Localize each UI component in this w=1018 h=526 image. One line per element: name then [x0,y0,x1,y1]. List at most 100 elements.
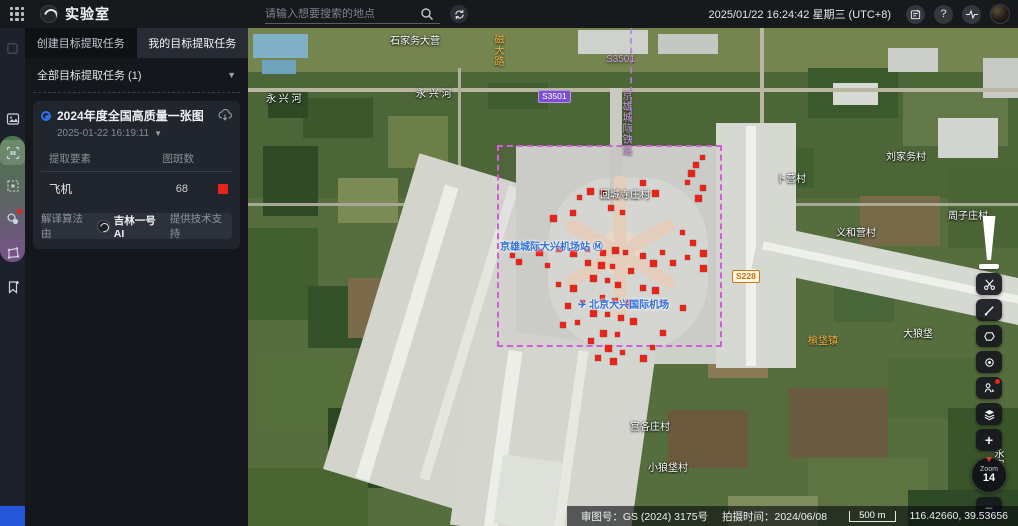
detection-box [577,195,582,200]
map-terrain-patch [746,126,756,366]
activity-icon[interactable] [962,5,981,24]
scale-bar: 500 m [849,511,895,522]
detection-box [625,300,632,307]
railway-line [630,28,632,142]
map-terrain-patch [338,178,398,223]
cluster-analysis-icon[interactable] [0,206,25,231]
detection-box [690,240,696,246]
zoom-level: 14 [983,473,995,484]
notes-icon[interactable] [906,5,925,24]
bookmark-add-icon[interactable] [0,274,25,299]
map-toolbar: + Zoom 14 − [976,216,1002,519]
app-window: 实验室 2025/01/22 16:24:42 星期三 (UTC+8) ? [0,0,1018,526]
divider [33,92,240,93]
draw-tool-button[interactable] [976,299,1002,321]
task-title: 2024年度全国高质量一张图 [57,109,204,124]
detection-box [590,275,597,282]
map-terrain-patch [303,98,373,138]
detection-box [516,259,522,265]
search-icon[interactable] [420,7,434,21]
chevron-down-icon: ▼ [227,70,236,80]
user-avatar[interactable] [990,4,1010,24]
detection-box [600,295,605,300]
cursor-coordinates: 116.42660, 39.53656 [910,510,1008,522]
satellite-map[interactable]: 石家务大营永 兴 河永 兴 河磁大路S3501京雄城际铁路回城寺庄村卜营村刘家务… [248,28,1018,526]
map-terrain-patch [493,454,562,526]
detection-box [560,322,566,328]
locate-button[interactable] [976,351,1002,373]
map-terrain-patch [888,48,938,72]
detection-box [580,300,585,305]
map-terrain-patch [248,88,1018,92]
app-title: 实验室 [65,4,110,24]
search-input[interactable] [265,8,420,20]
clip-tool-button[interactable] [976,273,1002,295]
task-radio[interactable] [41,111,51,121]
capture-time: 拍摄时间：2024/06/08 [722,509,827,524]
area-select-icon[interactable] [0,173,25,198]
detection-box [510,253,515,258]
imagery-icon[interactable] [0,106,25,131]
apps-grid-icon[interactable] [10,7,24,21]
feature-color-swatch [218,184,228,194]
map-terrain-patch [658,34,718,54]
swipe-slider-handle[interactable] [979,216,999,260]
detection-box [570,210,576,216]
app-logo[interactable]: 实验室 [40,4,110,24]
algo-suffix: 提供技术支持 [170,211,232,241]
detection-box [600,330,607,337]
detection-box [565,303,571,309]
map-terrain-patch [253,34,308,58]
detection-box [585,260,591,266]
detection-box [618,315,624,321]
polygon-tool-icon[interactable] [0,240,25,265]
detection-box [680,305,686,311]
detection-box [660,250,665,255]
map-terrain-patch [578,30,648,54]
detection-box [685,180,690,185]
task-timestamp: 2025-01-22 16:19:11 [57,128,149,139]
sync-icon[interactable] [450,5,468,23]
chevron-down-icon[interactable]: ▼ [154,129,162,138]
swipe-slider-bar[interactable] [979,264,999,269]
detection-box [620,210,625,215]
location-search[interactable] [265,4,440,24]
detection-box [693,162,699,168]
detection-box [598,262,605,269]
detection-box [652,287,659,294]
status-bar: 审图号：GS (2024) 3175号 拍摄时间：2024/06/08 500 … [567,506,1018,526]
detection-box [700,185,706,191]
road-badge: S228 [732,270,760,283]
download-icon[interactable] [218,109,232,121]
zoom-dial[interactable]: Zoom 14 [971,457,1007,493]
rail-bottom-button[interactable] [0,506,25,526]
map-terrain-patch [833,83,878,105]
target-extraction-icon[interactable] [0,140,25,165]
layers-button[interactable] [976,403,1002,425]
map-terrain-patch [788,388,888,458]
detection-box [652,190,659,197]
poi-person-button[interactable] [976,377,1002,399]
home-icon[interactable] [0,36,25,61]
help-icon[interactable]: ? [934,5,953,24]
datetime-display: 2025/01/22 16:24:42 星期三 (UTC+8) [708,6,891,22]
polygon-measure-button[interactable] [976,325,1002,347]
detection-box [545,263,550,268]
detection-box [608,205,614,211]
task-panel: 创建目标提取任务 我的目标提取任务 全部目标提取任务 (1) ▼ 2024年度全… [25,28,248,526]
map-terrain-patch [668,410,748,468]
task-card[interactable]: 2024年度全国高质量一张图 2025-01-22 16:19:11 ▼ 提取要… [33,101,240,249]
detection-box [587,188,594,195]
map-approval-number: 审图号：GS (2024) 3175号 [581,509,708,524]
map-terrain-patch [262,60,296,74]
detection-box [640,355,647,362]
detection-box [600,250,606,256]
detection-box [700,250,707,257]
tab-my-tasks[interactable]: 我的目标提取任务 [137,28,249,58]
zoom-in-button[interactable]: + [976,429,1002,451]
detection-box [575,320,580,325]
table-row[interactable]: 飞机 68 [41,172,232,205]
tab-create-task[interactable]: 创建目标提取任务 [25,28,137,58]
task-filter-dropdown[interactable]: 全部目标提取任务 (1) ▼ [25,58,248,92]
detection-box [680,230,685,235]
